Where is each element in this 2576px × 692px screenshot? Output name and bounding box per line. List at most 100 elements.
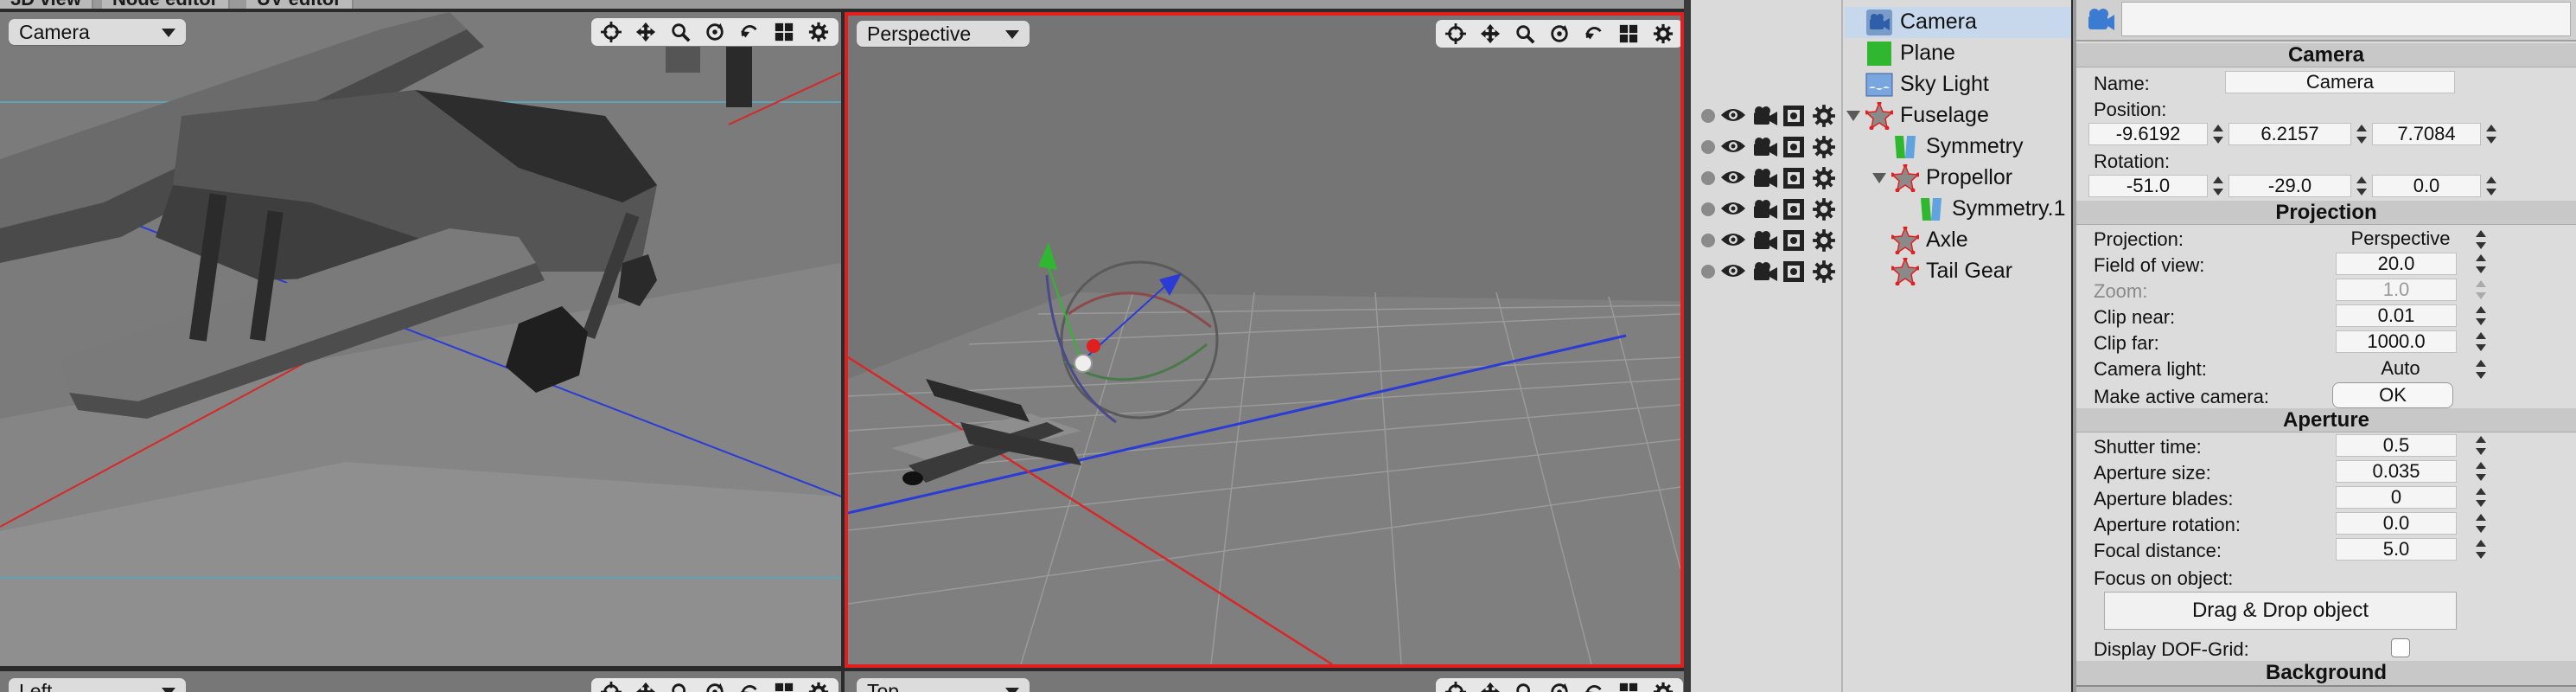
move-icon[interactable] (1476, 21, 1505, 47)
layout-icon[interactable] (1614, 679, 1643, 692)
move-icon[interactable] (1476, 679, 1505, 692)
left-view-select[interactable]: Left (9, 678, 186, 692)
zoom-icon[interactable] (1510, 21, 1540, 47)
status-dot-icon[interactable] (1701, 171, 1715, 185)
visibility-eye-icon[interactable] (1720, 137, 1746, 156)
lock-box-icon[interactable] (1782, 260, 1805, 283)
snap-icon[interactable] (596, 679, 626, 692)
layout-icon[interactable] (1614, 21, 1643, 47)
top-view-select[interactable]: Top (857, 678, 1030, 692)
name-field[interactable]: Camera (2225, 71, 2455, 93)
rotate-icon[interactable] (1545, 679, 1574, 692)
layout-icon[interactable] (769, 679, 799, 692)
object-item-tail-gear[interactable]: Tail Gear (1845, 256, 2071, 287)
position-y-field[interactable]: 6.2157 (2228, 123, 2351, 145)
snap-icon[interactable] (1441, 21, 1470, 47)
object-item-symmetry[interactable]: Symmetry (1845, 131, 2071, 163)
aperture-blades-field[interactable]: 0 (2336, 486, 2457, 509)
aperture-blades-stepper[interactable] (2474, 486, 2486, 509)
shutter-time-field[interactable]: 0.5 (2336, 434, 2457, 457)
status-dot-icon[interactable] (1701, 140, 1715, 154)
position-y-stepper[interactable] (2355, 123, 2367, 145)
gear-icon[interactable] (804, 679, 833, 692)
object-item-axle[interactable]: Axle (1845, 225, 2071, 256)
visibility-eye-icon[interactable] (1720, 261, 1746, 280)
undo-icon[interactable] (1579, 21, 1609, 47)
left-viewport[interactable]: Left (0, 671, 841, 692)
clip-far-stepper[interactable] (2474, 330, 2486, 353)
gear-icon[interactable] (1648, 679, 1678, 692)
fov-stepper[interactable] (2474, 253, 2486, 275)
status-dot-icon[interactable] (1701, 265, 1715, 279)
status-dot-icon[interactable] (1701, 234, 1715, 247)
snap-icon[interactable] (1441, 679, 1470, 692)
position-z-field[interactable]: 7.7084 (2372, 123, 2481, 145)
status-dot-icon[interactable] (1701, 202, 1715, 216)
render-camera-icon[interactable] (1753, 230, 1779, 251)
visibility-eye-icon[interactable] (1720, 168, 1746, 187)
clip-near-stepper[interactable] (2474, 304, 2486, 327)
object-item-camera[interactable]: Camera (1845, 7, 2071, 38)
position-x-stepper[interactable] (2211, 123, 2223, 145)
camera-light-arrows[interactable] (2474, 358, 2486, 381)
shutter-time-stepper[interactable] (2474, 434, 2486, 457)
tab-3d-view[interactable]: 3D view (0, 0, 93, 9)
position-z-stepper[interactable] (2484, 123, 2496, 145)
rotate-icon[interactable] (700, 679, 730, 692)
object-gear-icon[interactable] (1812, 135, 1836, 163)
tab-uv-editor[interactable]: UV editor (246, 0, 354, 9)
rotation-y-field[interactable]: -29.0 (2228, 175, 2351, 197)
camera-view-select[interactable]: Camera (9, 19, 186, 45)
top-viewport[interactable]: Top (845, 671, 1684, 692)
camera-light-select[interactable]: Auto (2336, 356, 2465, 381)
fov-field[interactable]: 20.0 (2336, 253, 2457, 275)
clip-near-field[interactable]: 0.01 (2336, 304, 2457, 327)
rotation-z-field[interactable]: 0.0 (2372, 175, 2481, 197)
position-x-field[interactable]: -9.6192 (2088, 123, 2208, 145)
undo-icon[interactable] (735, 19, 764, 45)
camera-viewport[interactable]: Camera (0, 12, 841, 666)
attributes-header-field[interactable] (2121, 2, 2571, 36)
rotation-y-stepper[interactable] (2355, 175, 2367, 197)
aperture-rotation-field[interactable]: 0.0 (2336, 512, 2457, 535)
rotate-icon[interactable] (1545, 21, 1574, 47)
render-camera-icon[interactable] (1753, 106, 1779, 126)
zoom-icon[interactable] (1510, 679, 1540, 692)
object-item-propellor[interactable]: Propellor (1845, 163, 2071, 194)
aperture-size-stepper[interactable] (2474, 460, 2486, 483)
undo-icon[interactable] (735, 679, 764, 692)
object-gear-icon[interactable] (1812, 260, 1836, 288)
tab-node-editor[interactable]: Node editor (102, 0, 231, 9)
lock-box-icon[interactable] (1782, 105, 1805, 127)
render-camera-icon[interactable] (1753, 199, 1779, 220)
visibility-eye-icon[interactable] (1720, 199, 1746, 218)
object-gear-icon[interactable] (1812, 197, 1836, 226)
tree-expand-icon[interactable] (1846, 111, 1860, 121)
lock-box-icon[interactable] (1782, 167, 1805, 189)
panel-divider[interactable] (1684, 0, 1691, 692)
projection-select-arrows[interactable] (2474, 228, 2486, 251)
rotation-x-field[interactable]: -51.0 (2088, 175, 2208, 197)
visibility-eye-icon[interactable] (1720, 230, 1746, 249)
rotate-icon[interactable] (700, 19, 730, 45)
render-camera-icon[interactable] (1753, 168, 1779, 189)
gear-icon[interactable] (804, 19, 833, 45)
object-item-fuselage[interactable]: Fuselage (1845, 100, 2071, 131)
focal-distance-field[interactable]: 5.0 (2336, 538, 2457, 561)
gear-icon[interactable] (1648, 21, 1678, 47)
move-icon[interactable] (631, 19, 660, 45)
focus-object-drop-zone[interactable]: Drag & Drop object (2104, 592, 2457, 630)
render-camera-icon[interactable] (1753, 137, 1779, 157)
zoom-icon[interactable] (666, 679, 695, 692)
move-icon[interactable] (631, 679, 660, 692)
aperture-size-field[interactable]: 0.035 (2336, 460, 2457, 483)
tree-expand-icon[interactable] (1872, 173, 1886, 183)
object-gear-icon[interactable] (1812, 104, 1836, 132)
render-camera-icon[interactable] (1753, 261, 1779, 282)
visibility-eye-icon[interactable] (1720, 106, 1746, 125)
rotation-z-stepper[interactable] (2484, 175, 2496, 197)
object-item-sky-light[interactable]: Sky Light (1845, 69, 2071, 100)
projection-select[interactable]: Perspective (2336, 227, 2465, 251)
object-gear-icon[interactable] (1812, 166, 1836, 195)
aperture-rotation-stepper[interactable] (2474, 512, 2486, 535)
